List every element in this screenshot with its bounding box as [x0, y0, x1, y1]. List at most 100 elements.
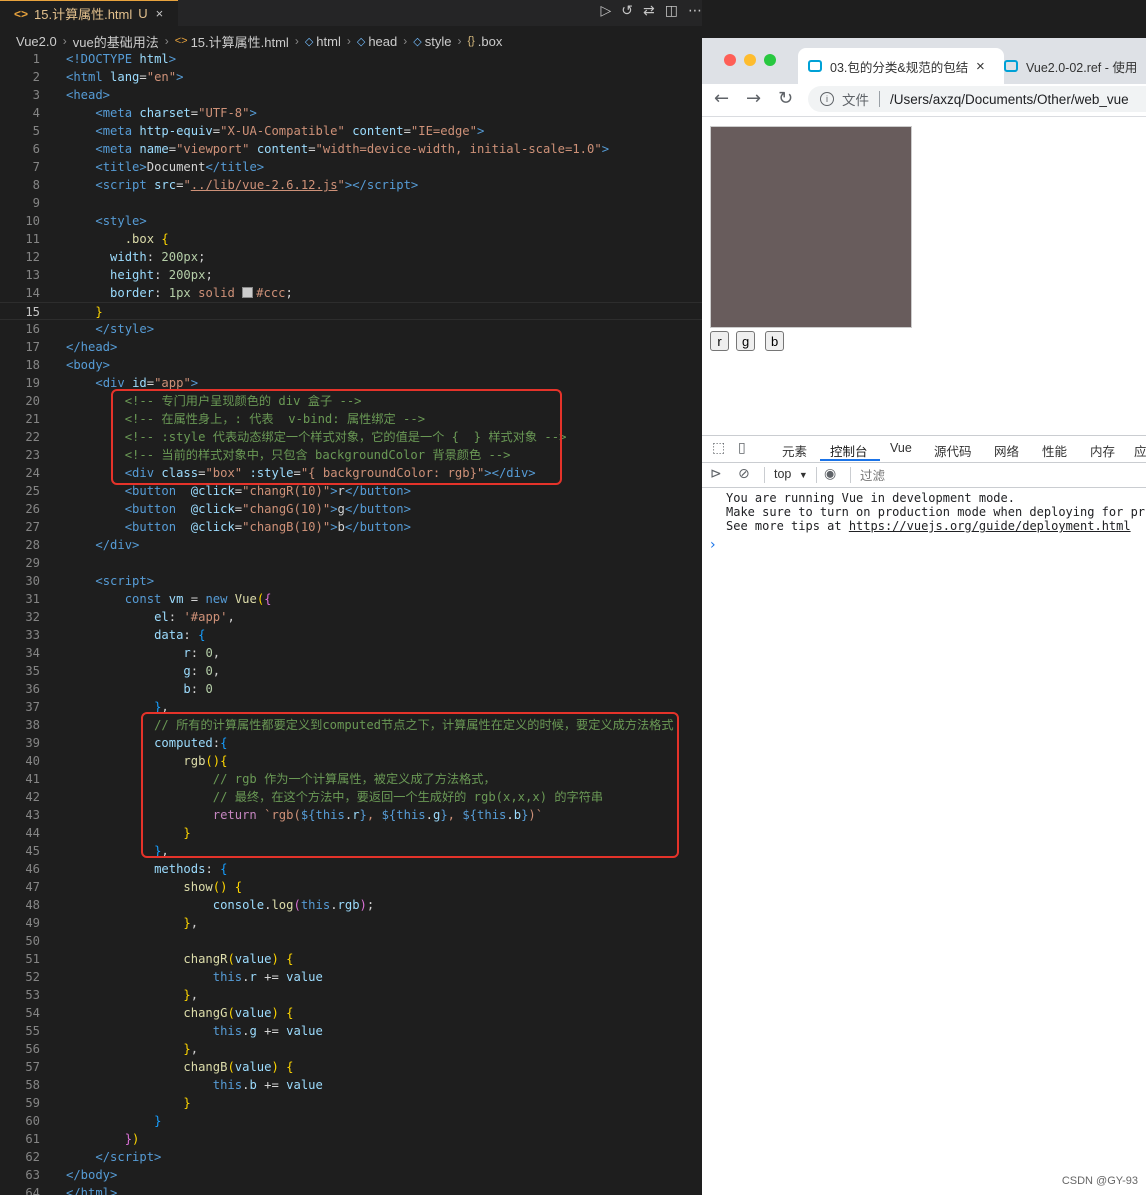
close-tab-icon[interactable]: ×: [156, 6, 164, 21]
b-button[interactable]: b: [765, 331, 785, 351]
code-line[interactable]: 18 <body>: [0, 356, 702, 374]
code-line[interactable]: 15 }: [0, 302, 702, 320]
close-tab-icon[interactable]: ×: [976, 58, 985, 75]
back-arrow-icon[interactable]: ←: [714, 88, 729, 109]
address-bar[interactable]: i 文件 /Users/axzq/Documents/Other/web_vue: [808, 86, 1146, 112]
compare-icon[interactable]: ⇄: [643, 3, 655, 19]
code-line[interactable]: 61 }): [0, 1130, 702, 1148]
code-line[interactable]: 8 <script src="../lib/vue-2.6.12.js"></s…: [0, 176, 702, 194]
console-prompt-icon[interactable]: ›: [710, 537, 716, 553]
console-message: Make sure to turn on production mode whe…: [726, 505, 1146, 519]
g-button[interactable]: g: [736, 331, 756, 351]
code-line[interactable]: 64 </html>: [0, 1184, 702, 1195]
code-line[interactable]: 52 this.r += value: [0, 968, 702, 986]
browser-tab[interactable]: Vue2.0-02.ref - 使用: [1004, 48, 1146, 84]
code-line[interactable]: 54 changG(value) {: [0, 1004, 702, 1022]
code-line[interactable]: 33 data: {: [0, 626, 702, 644]
code-line[interactable]: 51 changR(value) {: [0, 950, 702, 968]
code-line[interactable]: 55 this.g += value: [0, 1022, 702, 1040]
close-window-button[interactable]: [724, 54, 736, 66]
console-filter-input[interactable]: [858, 466, 1142, 485]
code-line[interactable]: 28 </div>: [0, 536, 702, 554]
code-line[interactable]: 58 this.b += value: [0, 1076, 702, 1094]
console-link[interactable]: https://vuejs.org/guide/deployment.html: [849, 519, 1131, 533]
inspect-element-icon[interactable]: ⬚: [712, 440, 725, 456]
code-line[interactable]: 34 r: 0,: [0, 644, 702, 662]
code-line[interactable]: 1 <!DOCTYPE html>: [0, 50, 702, 68]
code-line[interactable]: 2 <html lang="en">: [0, 68, 702, 86]
code-line[interactable]: 17 </head>: [0, 338, 702, 356]
devtools-tab-network[interactable]: 网络: [994, 441, 1019, 460]
breadcrumb-item[interactable]: style: [425, 34, 452, 49]
code-line[interactable]: 10 <style>: [0, 212, 702, 230]
more-actions-icon[interactable]: ⋯: [688, 3, 702, 19]
breadcrumb-item[interactable]: .box: [478, 34, 503, 49]
code-line[interactable]: 47 show() {: [0, 878, 702, 896]
code-line[interactable]: 36 b: 0: [0, 680, 702, 698]
code-line[interactable]: 5 <meta http-equiv="X-UA-Compatible" con…: [0, 122, 702, 140]
code-line[interactable]: 60 }: [0, 1112, 702, 1130]
devtools-tab-elements[interactable]: 元素: [782, 441, 807, 460]
device-toolbar-icon[interactable]: ▯: [738, 440, 746, 456]
devtools-tab-memory[interactable]: 内存: [1090, 441, 1115, 460]
code-line[interactable]: 13 height: 200px;: [0, 266, 702, 284]
code-line[interactable]: 53 },: [0, 986, 702, 1004]
reload-icon[interactable]: ↻: [778, 88, 793, 109]
code-line[interactable]: 26 <button @click="changG(10)">g</button…: [0, 500, 702, 518]
code-line[interactable]: 59 }: [0, 1094, 702, 1112]
code-line[interactable]: 32 el: '#app',: [0, 608, 702, 626]
active-tab-indicator: [820, 459, 880, 461]
info-icon[interactable]: i: [820, 92, 834, 106]
breadcrumb-item[interactable]: head: [368, 34, 397, 49]
line-number: 32: [25, 610, 40, 624]
code-text: </body>: [66, 1168, 118, 1182]
code-line[interactable]: 49 },: [0, 914, 702, 932]
minimize-window-button[interactable]: [744, 54, 756, 66]
code-text: }: [154, 1114, 162, 1128]
code-line[interactable]: 30 <script>: [0, 572, 702, 590]
sidebar-toggle-icon[interactable]: ⊳: [710, 466, 722, 482]
address-path: /Users/axzq/Documents/Other/web_vue: [890, 91, 1129, 107]
code-line[interactable]: 57 changB(value) {: [0, 1058, 702, 1076]
forward-arrow-icon[interactable]: →: [746, 88, 761, 109]
code-line[interactable]: 6 <meta name="viewport" content="width=d…: [0, 140, 702, 158]
code-line[interactable]: 7 <title>Document</title>: [0, 158, 702, 176]
editor-tab-active[interactable]: <> 15.计算属性.html U ×: [0, 0, 178, 26]
r-button[interactable]: r: [710, 331, 729, 351]
code-line[interactable]: 4 <meta charset="UTF-8">: [0, 104, 702, 122]
breadcrumb-item[interactable]: html: [316, 34, 341, 49]
code-line[interactable]: 27 <button @click="changB(10)">b</button…: [0, 518, 702, 536]
devtools-tab-sources[interactable]: 源代码: [934, 441, 972, 460]
code-line[interactable]: 12 width: 200px;: [0, 248, 702, 266]
eye-icon[interactable]: ◉: [824, 466, 836, 482]
devtools-tab-application[interactable]: 应: [1134, 441, 1146, 460]
breadcrumb-item[interactable]: Vue2.0: [16, 34, 57, 49]
code-line[interactable]: 11 .box {: [0, 230, 702, 248]
devtools-tab-performance[interactable]: 性能: [1042, 441, 1067, 460]
browser-tab-active[interactable]: 03.包的分类&规范的包结 ×: [798, 48, 1004, 84]
devtools-tab-vue[interactable]: Vue: [890, 441, 912, 455]
devtools-tab-console[interactable]: 控制台: [830, 441, 868, 460]
code-line[interactable]: 35 g: 0,: [0, 662, 702, 680]
code-line[interactable]: 48 console.log(this.rgb);: [0, 896, 702, 914]
code-line[interactable]: 14 border: 1px solid #ccc;: [0, 284, 702, 302]
breadcrumb-item[interactable]: 15.计算属性.html: [191, 32, 289, 51]
code-line[interactable]: 62 </script>: [0, 1148, 702, 1166]
code-line[interactable]: 3 <head>: [0, 86, 702, 104]
run-icon[interactable]: ▷: [601, 3, 612, 19]
code-line[interactable]: 29: [0, 554, 702, 572]
code-line[interactable]: 56 },: [0, 1040, 702, 1058]
code-line[interactable]: 9: [0, 194, 702, 212]
code-line[interactable]: 50: [0, 932, 702, 950]
breadcrumb-item[interactable]: vue的基础用法: [73, 32, 159, 51]
clear-console-icon[interactable]: ⊘: [738, 466, 750, 482]
code-line[interactable]: 46 methods: {: [0, 860, 702, 878]
code-line[interactable]: 16 </style>: [0, 320, 702, 338]
context-selector[interactable]: top ▼: [774, 467, 808, 481]
maximize-window-button[interactable]: [764, 54, 776, 66]
split-editor-icon[interactable]: ◫: [665, 3, 678, 19]
history-icon[interactable]: ↺: [621, 3, 633, 19]
code-line[interactable]: 31 const vm = new Vue({: [0, 590, 702, 608]
code-line[interactable]: 63 </body>: [0, 1166, 702, 1184]
highlight-box-template: [111, 389, 562, 485]
